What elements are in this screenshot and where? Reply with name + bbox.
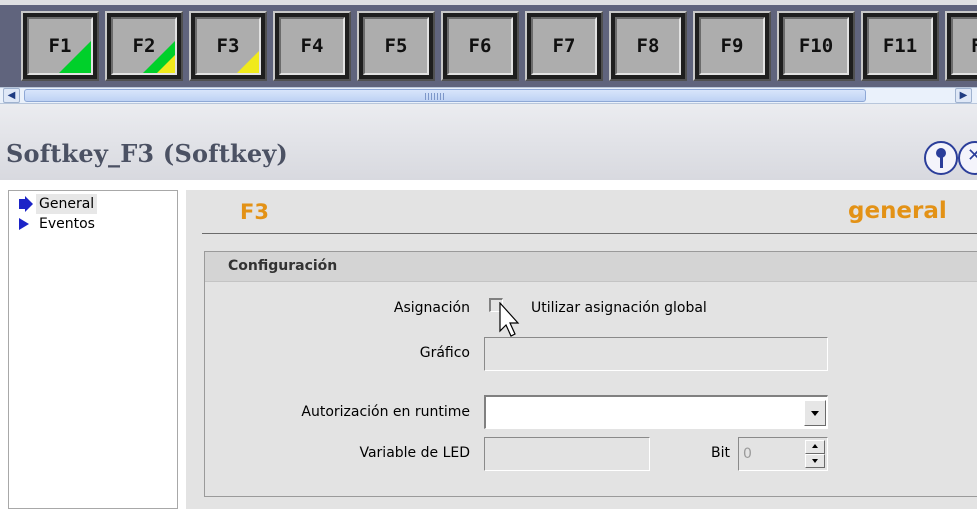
softkey-label: F10 [798,35,834,57]
softkey-f6[interactable]: F6 [441,11,519,81]
runtime-authorization-select[interactable] [484,395,828,429]
softkey-label: F11 [882,35,918,57]
softkey-f12[interactable]: F [945,11,977,81]
spin-down-icon[interactable] [805,454,825,468]
softkey-f9[interactable]: F9 [693,11,771,81]
softkey-label: F4 [300,35,324,57]
softkey-label: F5 [384,35,408,57]
softkey-label: F6 [468,35,492,57]
asignacion-label: Asignación [393,300,470,316]
global-assignment-label[interactable]: Utilizar asignación global [531,300,707,316]
pin-icon[interactable] [924,141,958,175]
nav-item-general[interactable]: General [19,194,169,214]
softkey-label: F [971,35,977,57]
softkey-f8[interactable]: F8 [609,11,687,81]
softkey-f5[interactable]: F5 [357,11,435,81]
grafico-field[interactable] [484,337,828,371]
softkey-f4[interactable]: F4 [273,11,351,81]
group-title: Configuración [228,258,338,274]
horizontal-scrollbar[interactable]: ◀ ▶ [0,87,977,104]
bit-label: Bit [711,445,730,461]
variable-led-label: Variable de LED [359,445,470,461]
softkey-f1[interactable]: F1 [21,11,99,81]
grafico-label: Gráfico [419,345,470,361]
scrollbar-thumb[interactable] [24,89,866,102]
scroll-left-icon[interactable]: ◀ [3,88,20,103]
softkey-label: F9 [720,35,744,57]
bit-stepper[interactable]: 0 [738,437,828,471]
softkey-f10[interactable]: F10 [777,11,855,81]
softkey-f3[interactable]: F3 [189,11,267,81]
inspector-title: Softkey_F3 (Softkey) [6,139,288,168]
property-nav-tree: General Eventos [8,190,178,509]
nav-item-label: Eventos [39,216,95,232]
variable-led-field[interactable] [484,437,650,471]
spin-up-icon[interactable] [805,440,825,454]
autorizacion-label: Autorización en runtime [301,404,470,420]
grip-icon [425,93,445,100]
softkey-f11[interactable]: F11 [861,11,939,81]
status-indicator-icon [59,41,91,73]
status-indicator-icon [237,51,259,73]
softkey-f2[interactable]: F2 [105,11,183,81]
bit-value[interactable]: 0 [743,446,752,462]
object-name-heading: F3 [240,200,269,224]
divider [202,233,977,234]
softkey-label: F7 [552,35,576,57]
section-heading: general [848,198,947,224]
nav-item-eventos[interactable]: Eventos [19,214,169,234]
arrow-right-icon [19,218,29,230]
softkey-label: F8 [636,35,660,57]
arrow-right-icon [25,196,33,212]
chevron-down-icon[interactable] [804,400,826,426]
scroll-right-icon[interactable]: ▶ [955,88,972,103]
nav-item-label: General [36,194,98,214]
softkey-f7[interactable]: F7 [525,11,603,81]
status-indicator-icon [143,41,175,73]
